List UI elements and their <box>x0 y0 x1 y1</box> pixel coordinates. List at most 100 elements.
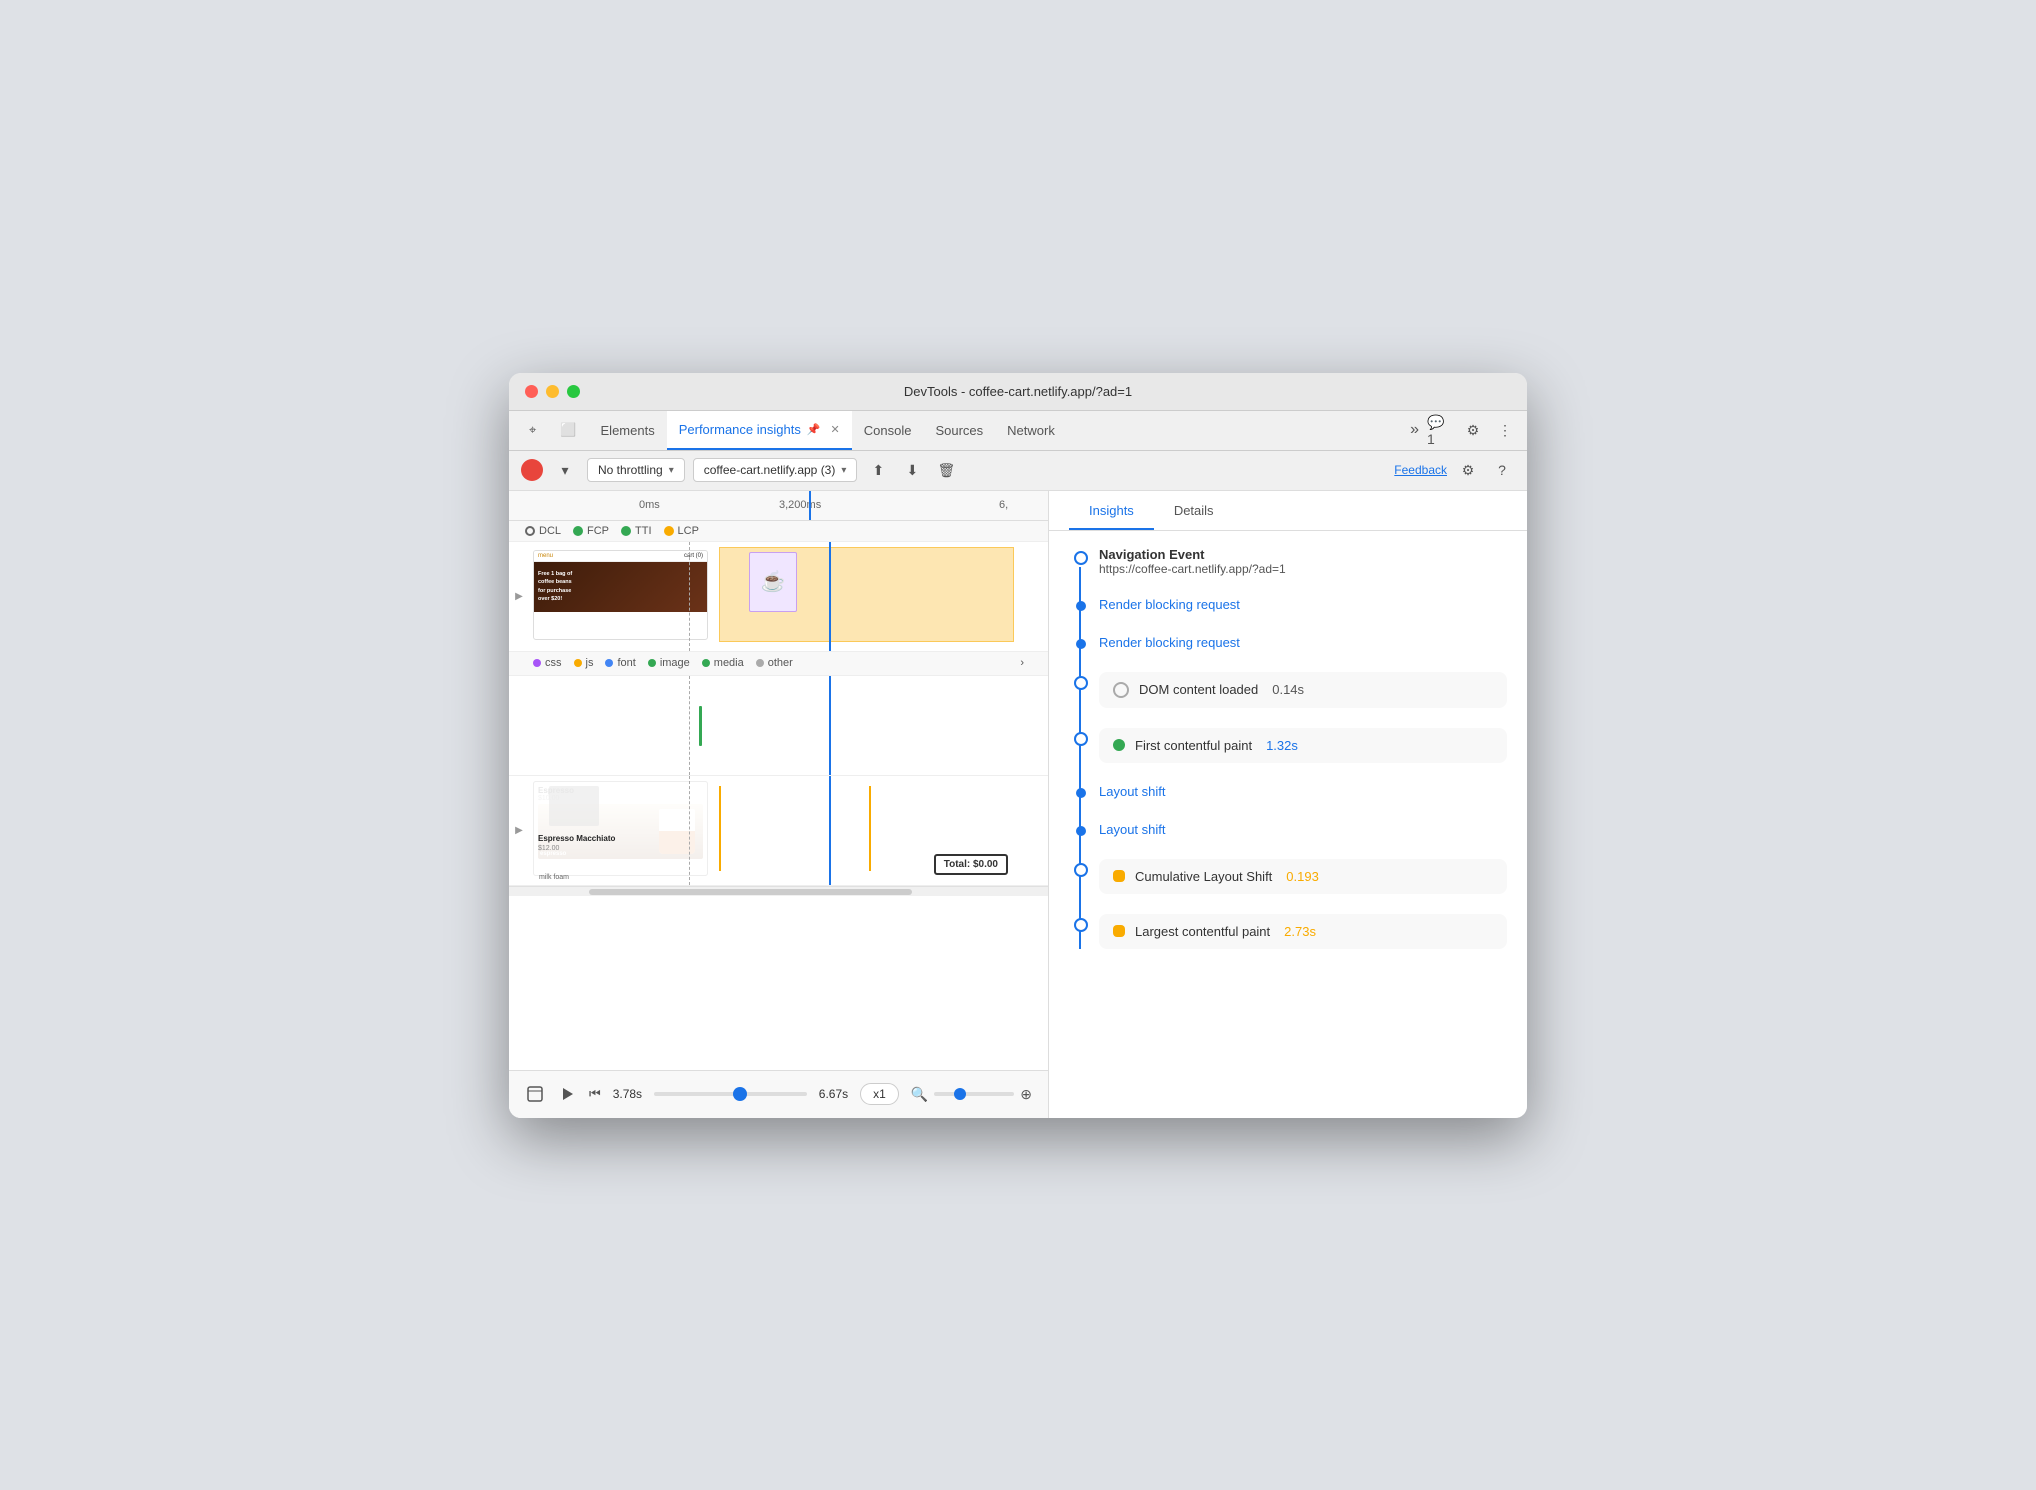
maximize-button[interactable] <box>567 385 580 398</box>
scrollbar-thumb[interactable] <box>589 889 912 895</box>
zoom-controls: 🔍 ⊕ <box>911 1086 1032 1103</box>
time-0ms: 0ms <box>639 499 660 511</box>
throttling-dropdown[interactable]: No throttling ▾ <box>587 458 685 482</box>
play-button[interactable] <box>557 1084 577 1104</box>
insights-tabs: Insights Details <box>1049 491 1527 531</box>
lcp-card: Largest contentful paint 2.73s <box>1099 914 1507 949</box>
time-end: 6, <box>999 499 1008 511</box>
time-scrubber[interactable] <box>654 1092 807 1096</box>
nav-dot <box>1074 551 1088 565</box>
download-icon[interactable]: ⬇ <box>899 457 925 483</box>
tab-bar: ⌖ ⬜ Elements Performance insights 📌 ✕ Co… <box>509 411 1527 451</box>
dcl-card: DOM content loaded 0.14s <box>1099 672 1507 708</box>
track-expand-1[interactable]: ▶ <box>509 586 529 606</box>
more-tabs-button[interactable]: » <box>1402 411 1427 450</box>
more-options-icon[interactable]: ⋮ <box>1491 416 1519 444</box>
tab-performance[interactable]: Performance insights 📌 ✕ <box>667 411 852 450</box>
layout-shift-2-link[interactable]: Layout shift <box>1099 822 1166 837</box>
insight-render-block-2: Render blocking request <box>1099 634 1507 652</box>
speed-button[interactable]: x1 <box>860 1083 899 1105</box>
coffee-menu-link: menu <box>538 553 553 559</box>
lcp-dot <box>664 526 674 536</box>
zoom-in-icon[interactable]: ⊕ <box>1020 1086 1032 1103</box>
tab-sources[interactable]: Sources <box>923 411 995 450</box>
layout-shift-1-link[interactable]: Layout shift <box>1099 784 1166 799</box>
screenshot-toggle-btn[interactable] <box>525 1084 545 1104</box>
tab-console-label: Console <box>864 423 912 438</box>
dcl-card-value: 0.14s <box>1272 682 1304 697</box>
render-block-1-link[interactable]: Render blocking request <box>1099 597 1240 612</box>
tab-close-icon[interactable]: ✕ <box>831 423 840 436</box>
fcp-card-label: First contentful paint <box>1135 738 1252 753</box>
image-label: image <box>660 657 690 669</box>
help-icon[interactable]: ? <box>1489 457 1515 483</box>
feedback-icon-btn[interactable]: 💬 1 <box>1427 416 1455 444</box>
insights-content: Navigation Event https://coffee-cart.net… <box>1049 531 1527 1118</box>
record-dropdown[interactable]: ▾ <box>551 456 579 484</box>
insight-dcl: DOM content loaded 0.14s <box>1099 672 1507 708</box>
insights-panel: Insights Details Navigation Event https:… <box>1049 491 1527 1118</box>
insights-tab-insights[interactable]: Insights <box>1069 491 1154 530</box>
insight-layout-shift-2: Layout shift <box>1099 821 1507 839</box>
track-expand-2[interactable] <box>509 715 529 735</box>
tab-network[interactable]: Network <box>995 411 1067 450</box>
horizontal-scrollbar[interactable] <box>509 886 1048 896</box>
screenshot-icon <box>526 1085 544 1103</box>
skip-to-start-button[interactable]: ⏮ <box>589 1086 601 1102</box>
media-label: media <box>714 657 744 669</box>
settings-gear-icon[interactable]: ⚙ <box>1455 457 1481 483</box>
zoom-thumb[interactable] <box>954 1088 966 1100</box>
time-middle: 3,200ms <box>779 499 821 511</box>
media-dot <box>702 659 710 667</box>
fcp-card-value: 1.32s <box>1266 738 1298 753</box>
cls-insight-dot <box>1074 863 1088 877</box>
tab-device-tool[interactable]: ⬜ <box>548 411 588 450</box>
lcp-card-label: Largest contentful paint <box>1135 924 1270 939</box>
css-label: css <box>545 657 562 669</box>
cls-card-label: Cumulative Layout Shift <box>1135 869 1272 884</box>
url-dropdown[interactable]: coffee-cart.netlify.app (3) ▾ <box>693 458 858 482</box>
dcl-radio <box>525 526 535 536</box>
traffic-lights <box>525 385 580 398</box>
tti-label: TTI <box>635 525 652 537</box>
coffee-cart-link: cart (0) <box>684 553 703 559</box>
render-block-1-dot <box>1076 601 1086 611</box>
insight-lcp: Largest contentful paint 2.73s <box>1099 914 1507 949</box>
feedback-link[interactable]: Feedback <box>1394 463 1447 477</box>
legend-media: media <box>702 657 744 669</box>
delete-icon[interactable]: 🗑 <box>933 457 959 483</box>
fcp-card: First contentful paint 1.32s <box>1099 728 1507 763</box>
url-arrow: ▾ <box>841 465 846 476</box>
macchiato-name: Espresso Macchiato <box>538 834 703 843</box>
window-title: DevTools - coffee-cart.netlify.app/?ad=1 <box>904 384 1132 399</box>
toolbar: ▾ No throttling ▾ coffee-cart.netlify.ap… <box>509 451 1527 491</box>
timeline-tracks[interactable]: ▶ menu cart (0) <box>509 542 1048 1070</box>
legend-bar-2: css js font image <box>509 652 1048 676</box>
render-block-2-link[interactable]: Render blocking request <box>1099 635 1240 650</box>
gray-placeholder-box <box>549 786 599 826</box>
expand-btn[interactable]: › <box>1020 657 1024 669</box>
throttling-arrow: ▾ <box>669 465 674 476</box>
minimize-button[interactable] <box>546 385 559 398</box>
settings-icon[interactable]: ⚙ <box>1459 416 1487 444</box>
scrubber-thumb[interactable] <box>733 1087 747 1101</box>
js-label: js <box>586 657 594 669</box>
play-icon <box>559 1086 575 1102</box>
font-label: font <box>617 657 635 669</box>
tti-dot <box>621 526 631 536</box>
zoom-slider[interactable] <box>934 1092 1014 1096</box>
tab-cursor-tool[interactable]: ⌖ <box>517 411 548 450</box>
throttling-label: No throttling <box>598 463 663 477</box>
zoom-out-icon[interactable]: 🔍 <box>911 1086 928 1103</box>
js-dot <box>574 659 582 667</box>
fcp-label: FCP <box>587 525 609 537</box>
record-button[interactable] <box>521 459 543 481</box>
upload-icon[interactable]: ⬆ <box>865 457 891 483</box>
track-expand-3[interactable]: ▶ <box>509 820 529 840</box>
tab-elements[interactable]: Elements <box>589 411 667 450</box>
coffee-promo-text: Free 1 bag ofcoffee beansfor purchaseove… <box>538 570 572 603</box>
tab-console[interactable]: Console <box>852 411 924 450</box>
close-button[interactable] <box>525 385 538 398</box>
insights-tab-details[interactable]: Details <box>1154 491 1234 530</box>
mini-screenshot: ☕ <box>749 552 797 612</box>
